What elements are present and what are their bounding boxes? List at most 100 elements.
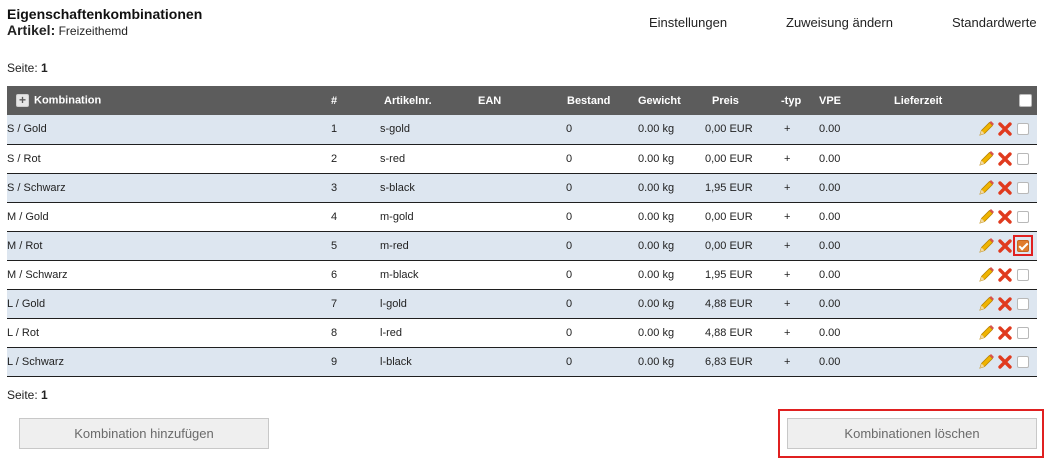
table-row[interactable]: L / Gold 7 l-gold 0 0.00 kg 4,88 EUR +0.00 xyxy=(7,289,1037,319)
table-row[interactable]: L / Rot 8 l-red 0 0.00 kg 4,88 EUR +0.00 xyxy=(7,318,1037,348)
col-select-all xyxy=(970,86,1037,115)
cell-delivery xyxy=(885,347,970,377)
cell-weight: 0.00 kg xyxy=(633,289,703,319)
pencil-icon[interactable] xyxy=(977,266,995,284)
cell-stock: 0 xyxy=(559,115,633,145)
row-checkbox-wrap xyxy=(1013,264,1033,284)
cell-article-no: l-gold xyxy=(376,289,470,319)
col-combination-label: Kombination xyxy=(34,94,102,107)
delete-combinations-button[interactable]: Kombinationen löschen xyxy=(787,418,1037,449)
cell-number: 9 xyxy=(329,347,376,377)
cell-number: 6 xyxy=(329,260,376,290)
pencil-icon[interactable] xyxy=(977,353,995,371)
pencil-icon[interactable] xyxy=(977,237,995,255)
cell-type: + xyxy=(779,347,812,377)
delete-x-icon[interactable] xyxy=(997,354,1013,370)
cell-weight: 0.00 kg xyxy=(633,144,703,174)
cell-vpe: 0.00 xyxy=(812,115,885,145)
delete-x-icon[interactable] xyxy=(997,325,1013,341)
cell-actions xyxy=(970,202,1037,232)
cell-price: 0,00 EUR xyxy=(703,231,779,261)
delete-x-icon[interactable] xyxy=(997,209,1013,225)
table-row[interactable]: S / Gold 1 s-gold 0 0.00 kg 0,00 EUR +0.00 xyxy=(7,115,1037,145)
cell-ean xyxy=(470,115,559,145)
row-checkbox-wrap xyxy=(1013,322,1033,342)
table-row[interactable]: M / Schwarz 6 m-black 0 0.00 kg 1,95 EUR +0.00 xyxy=(7,260,1037,290)
cell-article-no: m-red xyxy=(376,231,470,261)
cell-actions xyxy=(970,231,1037,261)
cell-stock: 0 xyxy=(559,173,633,203)
table-row[interactable]: S / Schwarz 3 s-black 0 0.00 kg 1,95 EUR +0.00 xyxy=(7,173,1037,203)
row-checkbox[interactable] xyxy=(1017,268,1029,281)
pencil-icon[interactable] xyxy=(977,324,995,342)
cell-type: + xyxy=(779,289,812,319)
row-checkbox-wrap xyxy=(1013,351,1033,371)
table-row[interactable]: M / Rot 5 m-red 0 0.00 kg 0,00 EUR +0.00 xyxy=(7,231,1037,261)
delete-x-icon[interactable] xyxy=(997,238,1013,254)
cell-actions xyxy=(970,115,1037,145)
delete-x-icon[interactable] xyxy=(997,267,1013,283)
row-checkbox[interactable] xyxy=(1017,355,1029,368)
add-combination-button[interactable]: Kombination hinzufügen xyxy=(19,418,269,449)
row-checkbox[interactable] xyxy=(1017,326,1029,339)
cell-ean xyxy=(470,260,559,290)
pager-page[interactable]: 1 xyxy=(41,61,48,75)
cell-article-no: s-gold xyxy=(376,115,470,145)
cell-delivery xyxy=(885,289,970,319)
cell-stock: 0 xyxy=(559,144,633,174)
pencil-icon[interactable] xyxy=(977,295,995,313)
row-checkbox[interactable] xyxy=(1017,210,1029,223)
cell-article-no: s-black xyxy=(376,173,470,203)
col-combination[interactable]: + Kombination xyxy=(7,86,329,115)
cell-type: + xyxy=(779,173,812,203)
cell-combination: L / Gold xyxy=(7,289,329,319)
cell-number: 1 xyxy=(329,115,376,145)
cell-vpe: 0.00 xyxy=(812,231,885,261)
pencil-icon[interactable] xyxy=(977,120,995,138)
cell-weight: 0.00 kg xyxy=(633,115,703,145)
row-checkbox-wrap xyxy=(1013,148,1033,168)
row-checkbox[interactable] xyxy=(1017,181,1029,194)
pencil-icon[interactable] xyxy=(977,150,995,168)
add-combination-icon[interactable]: + xyxy=(16,94,29,107)
cell-vpe: 0.00 xyxy=(812,173,885,203)
col-type: -typ xyxy=(779,86,812,115)
table-row[interactable]: L / Schwarz 9 l-black 0 0.00 kg 6,83 EUR +0.00 xyxy=(7,347,1037,377)
cell-number: 8 xyxy=(329,318,376,348)
delete-x-icon[interactable] xyxy=(997,296,1013,312)
cell-weight: 0.00 kg xyxy=(633,173,703,203)
pager-page[interactable]: 1 xyxy=(41,388,48,402)
settings-link[interactable]: Einstellungen xyxy=(649,15,727,30)
cell-vpe: 0.00 xyxy=(812,260,885,290)
row-checkbox[interactable] xyxy=(1017,123,1029,136)
row-checkbox[interactable] xyxy=(1017,297,1029,310)
select-all-checkbox[interactable] xyxy=(1019,94,1032,107)
delete-x-icon[interactable] xyxy=(997,151,1013,167)
cell-delivery xyxy=(885,260,970,290)
cell-ean xyxy=(470,202,559,232)
pencil-icon[interactable] xyxy=(977,179,995,197)
delete-x-icon[interactable] xyxy=(997,121,1013,137)
row-checkbox-wrap xyxy=(1013,119,1033,139)
delete-x-icon[interactable] xyxy=(997,180,1013,196)
cell-stock: 0 xyxy=(559,289,633,319)
cell-actions xyxy=(970,144,1037,174)
cell-ean xyxy=(470,347,559,377)
cell-vpe: 0.00 xyxy=(812,289,885,319)
row-checkbox[interactable] xyxy=(1017,239,1029,252)
col-stock: Bestand xyxy=(559,86,633,115)
pencil-icon[interactable] xyxy=(977,208,995,226)
cell-delivery xyxy=(885,115,970,145)
row-checkbox[interactable] xyxy=(1017,152,1029,165)
cell-vpe: 0.00 xyxy=(812,202,885,232)
table-row[interactable]: M / Gold 4 m-gold 0 0.00 kg 0,00 EUR +0.00 xyxy=(7,202,1037,232)
cell-ean xyxy=(470,173,559,203)
cell-actions xyxy=(970,260,1037,290)
cell-price: 0,00 EUR xyxy=(703,202,779,232)
defaults-link[interactable]: Standardwerte xyxy=(952,15,1037,30)
cell-article-no: l-black xyxy=(376,347,470,377)
change-assignment-link[interactable]: Zuweisung ändern xyxy=(786,15,893,30)
table-row[interactable]: S / Rot 2 s-red 0 0.00 kg 0,00 EUR +0.00 xyxy=(7,144,1037,174)
cell-ean xyxy=(470,289,559,319)
cell-stock: 0 xyxy=(559,231,633,261)
